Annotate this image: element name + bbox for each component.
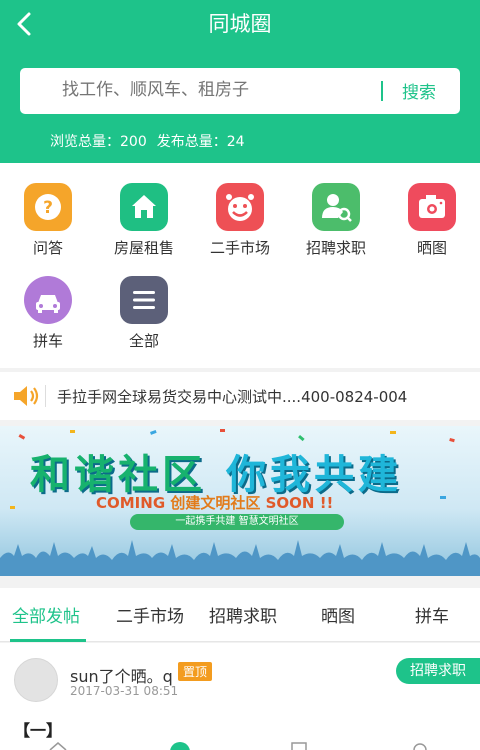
publish-icon [170,742,190,750]
post-category-tag[interactable]: 招聘求职 [396,658,480,684]
category-jobs[interactable]: 招聘求职 [288,183,384,258]
category-label: 晒图 [416,239,447,257]
category-carpool[interactable]: 拼车 [0,276,96,351]
tab-jobs[interactable]: 招聘求职 [209,602,277,627]
speaker-icon [14,386,39,406]
search-divider [381,81,383,101]
banner-sub-left: COMING [96,494,166,512]
menu-icon [120,276,168,324]
active-tab-indicator [10,639,86,642]
page-title: 同城圈 [208,12,272,36]
tab-carpool[interactable]: 拼车 [415,602,449,627]
post-timestamp: 2017-03-31 08:51 [70,684,179,698]
tab-secondhand[interactable]: 二手市场 [116,602,184,627]
views-total: 浏览总量：200 [50,134,147,150]
header-bar: 同城圈 搜索 浏览总量：200 发布总量：24 [0,0,480,163]
question-icon: ? [24,183,72,231]
community-banner[interactable]: 和谐社区 你我共建 COMING 创建文明社区 SOON !! 一起携手共建 智慧… [0,426,480,576]
post-item[interactable]: sun了个晒。q 置顶 2017-03-31 08:51 招聘求职 【一】 [0,643,480,750]
house-icon [120,183,168,231]
recruit-icon [312,183,360,231]
crowd-silhouette [0,540,480,576]
category-secondhand[interactable]: 二手市场 [192,183,288,258]
car-icon [24,276,72,324]
banner-subtitle: COMING 创建文明社区 SOON !! [96,492,333,513]
camera-icon [408,183,456,231]
notice-bar[interactable]: 手拉手网全球易货交易中心测试中....400-0824-004 [0,372,480,420]
svg-text:?: ? [43,198,53,218]
category-label: 房屋租售 [113,239,174,257]
posts-total: 发布总量：24 [156,134,245,150]
notice-text: 手拉手网全球易货交易中心测试中....400-0824-004 [57,388,408,406]
stats-line: 浏览总量：200 发布总量：24 [50,131,255,151]
category-all[interactable]: 全部 [96,276,192,351]
search-input[interactable] [62,80,362,100]
search-box: 搜索 [20,68,460,114]
category-label: 二手市场 [209,239,270,257]
search-button[interactable]: 搜索 [402,78,436,103]
banner-sub-right: SOON !! [265,494,334,512]
edit-icon [291,742,307,750]
tab-photos[interactable]: 晒图 [321,602,355,627]
notice-divider [45,385,46,407]
post-tabs: 全部发帖 二手市场 招聘求职 晒图 拼车 [0,588,480,642]
category-label: 招聘求职 [305,239,366,257]
avatar[interactable] [14,658,58,702]
category-housing[interactable]: 房屋租售 [96,183,192,258]
category-label: 拼车 [32,332,63,350]
category-label: 问答 [32,239,63,257]
category-grid: ? 问答 房屋租售 二手市场 招聘求职 晒图 拼车 全部 [0,163,480,368]
bottom-nav-partial [49,742,427,750]
clown-icon [216,183,264,231]
profile-icon [413,743,427,750]
category-qa[interactable]: ? 问答 [0,183,96,258]
home-icon [49,742,67,750]
category-photos[interactable]: 晒图 [384,183,480,258]
tab-all-posts[interactable]: 全部发帖 [12,602,80,627]
banner-slogan: 一起携手共建 智慧文明社区 [130,514,344,530]
pinned-badge: 置顶 [178,662,213,681]
category-label: 全部 [128,332,159,350]
banner-sub-middle: 创建文明社区 [170,494,261,512]
